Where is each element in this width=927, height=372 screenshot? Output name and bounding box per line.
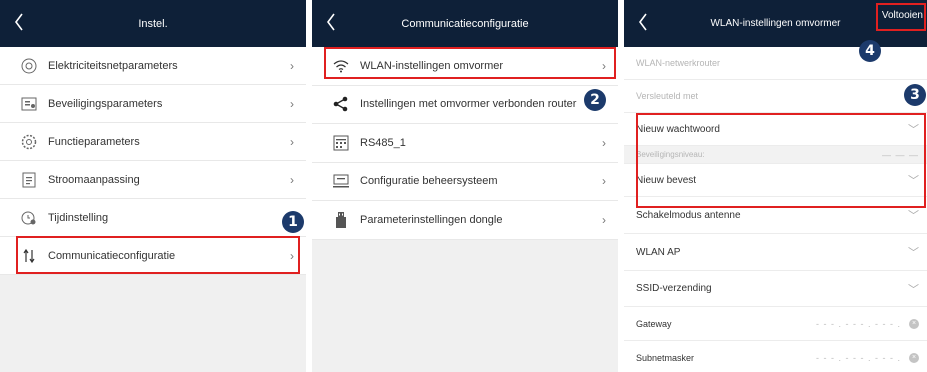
chevron-right-icon: › — [290, 58, 294, 73]
chevron-left-icon — [327, 13, 335, 31]
chevron-right-icon: › — [602, 174, 606, 189]
back-button[interactable] — [320, 10, 342, 34]
settings-panel: Instel. Elektriciteitsnetparameters › Be… — [0, 0, 306, 372]
chevron-left-icon — [639, 13, 647, 31]
field-label: WLAN-netwerkrouter — [636, 58, 721, 68]
clear-icon[interactable]: × — [909, 318, 919, 329]
function-params-icon — [20, 133, 38, 151]
menu-item-function-params[interactable]: Functieparameters › — [0, 123, 306, 161]
wifi-icon — [332, 57, 350, 75]
chevron-left-icon — [15, 13, 23, 31]
menu-item-label: Tijdinstelling — [48, 211, 109, 224]
strength-indicator: — — — — [881, 149, 919, 160]
chevron-right-icon: › — [290, 248, 294, 263]
field-label: Nieuw wachtwoord — [636, 123, 720, 135]
menu-item-label: Functieparameters — [48, 135, 140, 148]
network-router-row[interactable]: WLAN-netwerkrouter — [624, 47, 927, 80]
new-password-row[interactable]: Nieuw wachtwoord ﹀ — [624, 113, 927, 146]
ip-placeholder: - - - . - - - . - - - . — [816, 352, 901, 363]
share-icon — [332, 95, 350, 113]
settings-header: Instel. — [0, 0, 306, 47]
menu-item-communication[interactable]: Communicatieconfiguratie › — [0, 237, 306, 275]
clear-icon[interactable]: × — [909, 352, 919, 363]
menu-item-label: Instellingen met omvormer verbonden rout… — [360, 98, 577, 111]
ip-placeholder: - - - . - - - . - - - . — [816, 318, 901, 329]
communication-config-panel: Communicatieconfiguratie WLAN-instelling… — [312, 0, 618, 372]
chevron-right-icon: › — [290, 96, 294, 111]
step-badge: 4 — [859, 40, 881, 62]
security-level-row: Beveiligingsniveau: — — — — [624, 146, 927, 164]
grid-params-icon — [20, 57, 38, 75]
menu-item-grid-params[interactable]: Elektriciteitsnetparameters › — [0, 47, 306, 85]
protection-params-icon — [20, 95, 38, 113]
back-button[interactable] — [632, 10, 654, 34]
menu-item-power-adjust[interactable]: Stroomaanpassing › — [0, 161, 306, 199]
encryption-row[interactable]: Versleuteld met — [624, 80, 927, 113]
dongle-icon — [332, 211, 350, 229]
menu-item-label: Elektriciteitsnetparameters — [48, 59, 178, 72]
chevron-down-icon: ﹀ — [908, 283, 919, 296]
wlan-ap-row[interactable]: WLAN AP ﹀ — [624, 234, 927, 271]
menu-item-dongle[interactable]: Parameterinstellingen dongle › — [312, 201, 618, 240]
field-label: Gateway — [636, 318, 672, 329]
gateway-row[interactable]: Gateway - - - . - - - . - - - . × — [624, 307, 927, 341]
wlan-header: WLAN-instellingen omvormer Voltooien — [624, 0, 927, 47]
done-button[interactable]: Voltooien — [882, 10, 923, 21]
power-adjust-icon — [20, 171, 38, 189]
page-title: Communicatieconfiguratie — [401, 17, 529, 30]
communication-header: Communicatieconfiguratie — [312, 0, 618, 47]
menu-item-wlan-settings[interactable]: WLAN-instellingen omvormer › — [312, 47, 618, 86]
menu-item-label: RS485_1 — [360, 136, 406, 149]
field-label: Nieuw bevest — [636, 174, 697, 186]
chevron-down-icon: ﹀ — [908, 210, 919, 222]
management-system-icon — [332, 172, 350, 190]
menu-item-protection-params[interactable]: Beveiligingsparameters › — [0, 85, 306, 123]
chevron-down-icon: ﹀ — [908, 247, 919, 259]
page-title: WLAN-instellingen omvormer — [710, 18, 841, 29]
field-label: Versleuteld met — [636, 91, 699, 101]
chevron-right-icon: › — [602, 135, 606, 150]
step-badge: 3 — [904, 84, 926, 106]
antenna-mode-row[interactable]: Schakelmodus antenne ﹀ — [624, 197, 927, 234]
subnet-mask-row[interactable]: Subnetmasker - - - . - - - . - - - . × — [624, 341, 927, 372]
menu-item-label: WLAN-instellingen omvormer — [360, 59, 504, 72]
menu-item-label: Communicatieconfiguratie — [48, 249, 176, 262]
chevron-right-icon: › — [290, 134, 294, 149]
menu-item-label: Configuratie beheersysteem — [360, 175, 498, 188]
confirm-password-row[interactable]: Nieuw bevest ﹀ — [624, 164, 927, 197]
menu-item-time-setting[interactable]: Tijdinstelling › — [0, 199, 306, 237]
field-label: Subnetmasker — [636, 352, 695, 363]
field-label: Beveiligingsniveau: — [636, 150, 705, 159]
chevron-right-icon: › — [290, 172, 294, 187]
ssid-broadcast-row[interactable]: SSID-verzending ﹀ — [624, 271, 927, 307]
menu-item-management-system[interactable]: Configuratie beheersysteem › — [312, 162, 618, 201]
menu-item-label: Beveiligingsparameters — [48, 97, 163, 110]
field-label: WLAN AP — [636, 246, 681, 258]
chevron-right-icon: › — [602, 58, 606, 73]
field-label: Schakelmodus antenne — [636, 209, 741, 221]
menu-item-rs485[interactable]: RS485_1 › — [312, 124, 618, 163]
back-button[interactable] — [8, 10, 30, 34]
menu-item-router-settings[interactable]: Instellingen met omvormer verbonden rout… — [312, 85, 618, 124]
communication-icon — [20, 247, 38, 265]
time-setting-icon — [20, 209, 38, 227]
chevron-down-icon: ﹀ — [908, 175, 919, 187]
menu-item-label: Stroomaanpassing — [48, 173, 140, 186]
step-badge: 2 — [584, 89, 606, 111]
wlan-settings-panel: WLAN-instellingen omvormer Voltooien WLA… — [624, 0, 927, 372]
menu-item-label: Parameterinstellingen dongle — [360, 213, 503, 226]
field-label: SSID-verzending — [636, 283, 712, 294]
step-badge: 1 — [282, 211, 304, 233]
rs485-icon — [332, 134, 350, 152]
page-title: Instel. — [138, 17, 168, 30]
chevron-down-icon: ﹀ — [908, 124, 919, 136]
chevron-right-icon: › — [602, 212, 606, 227]
